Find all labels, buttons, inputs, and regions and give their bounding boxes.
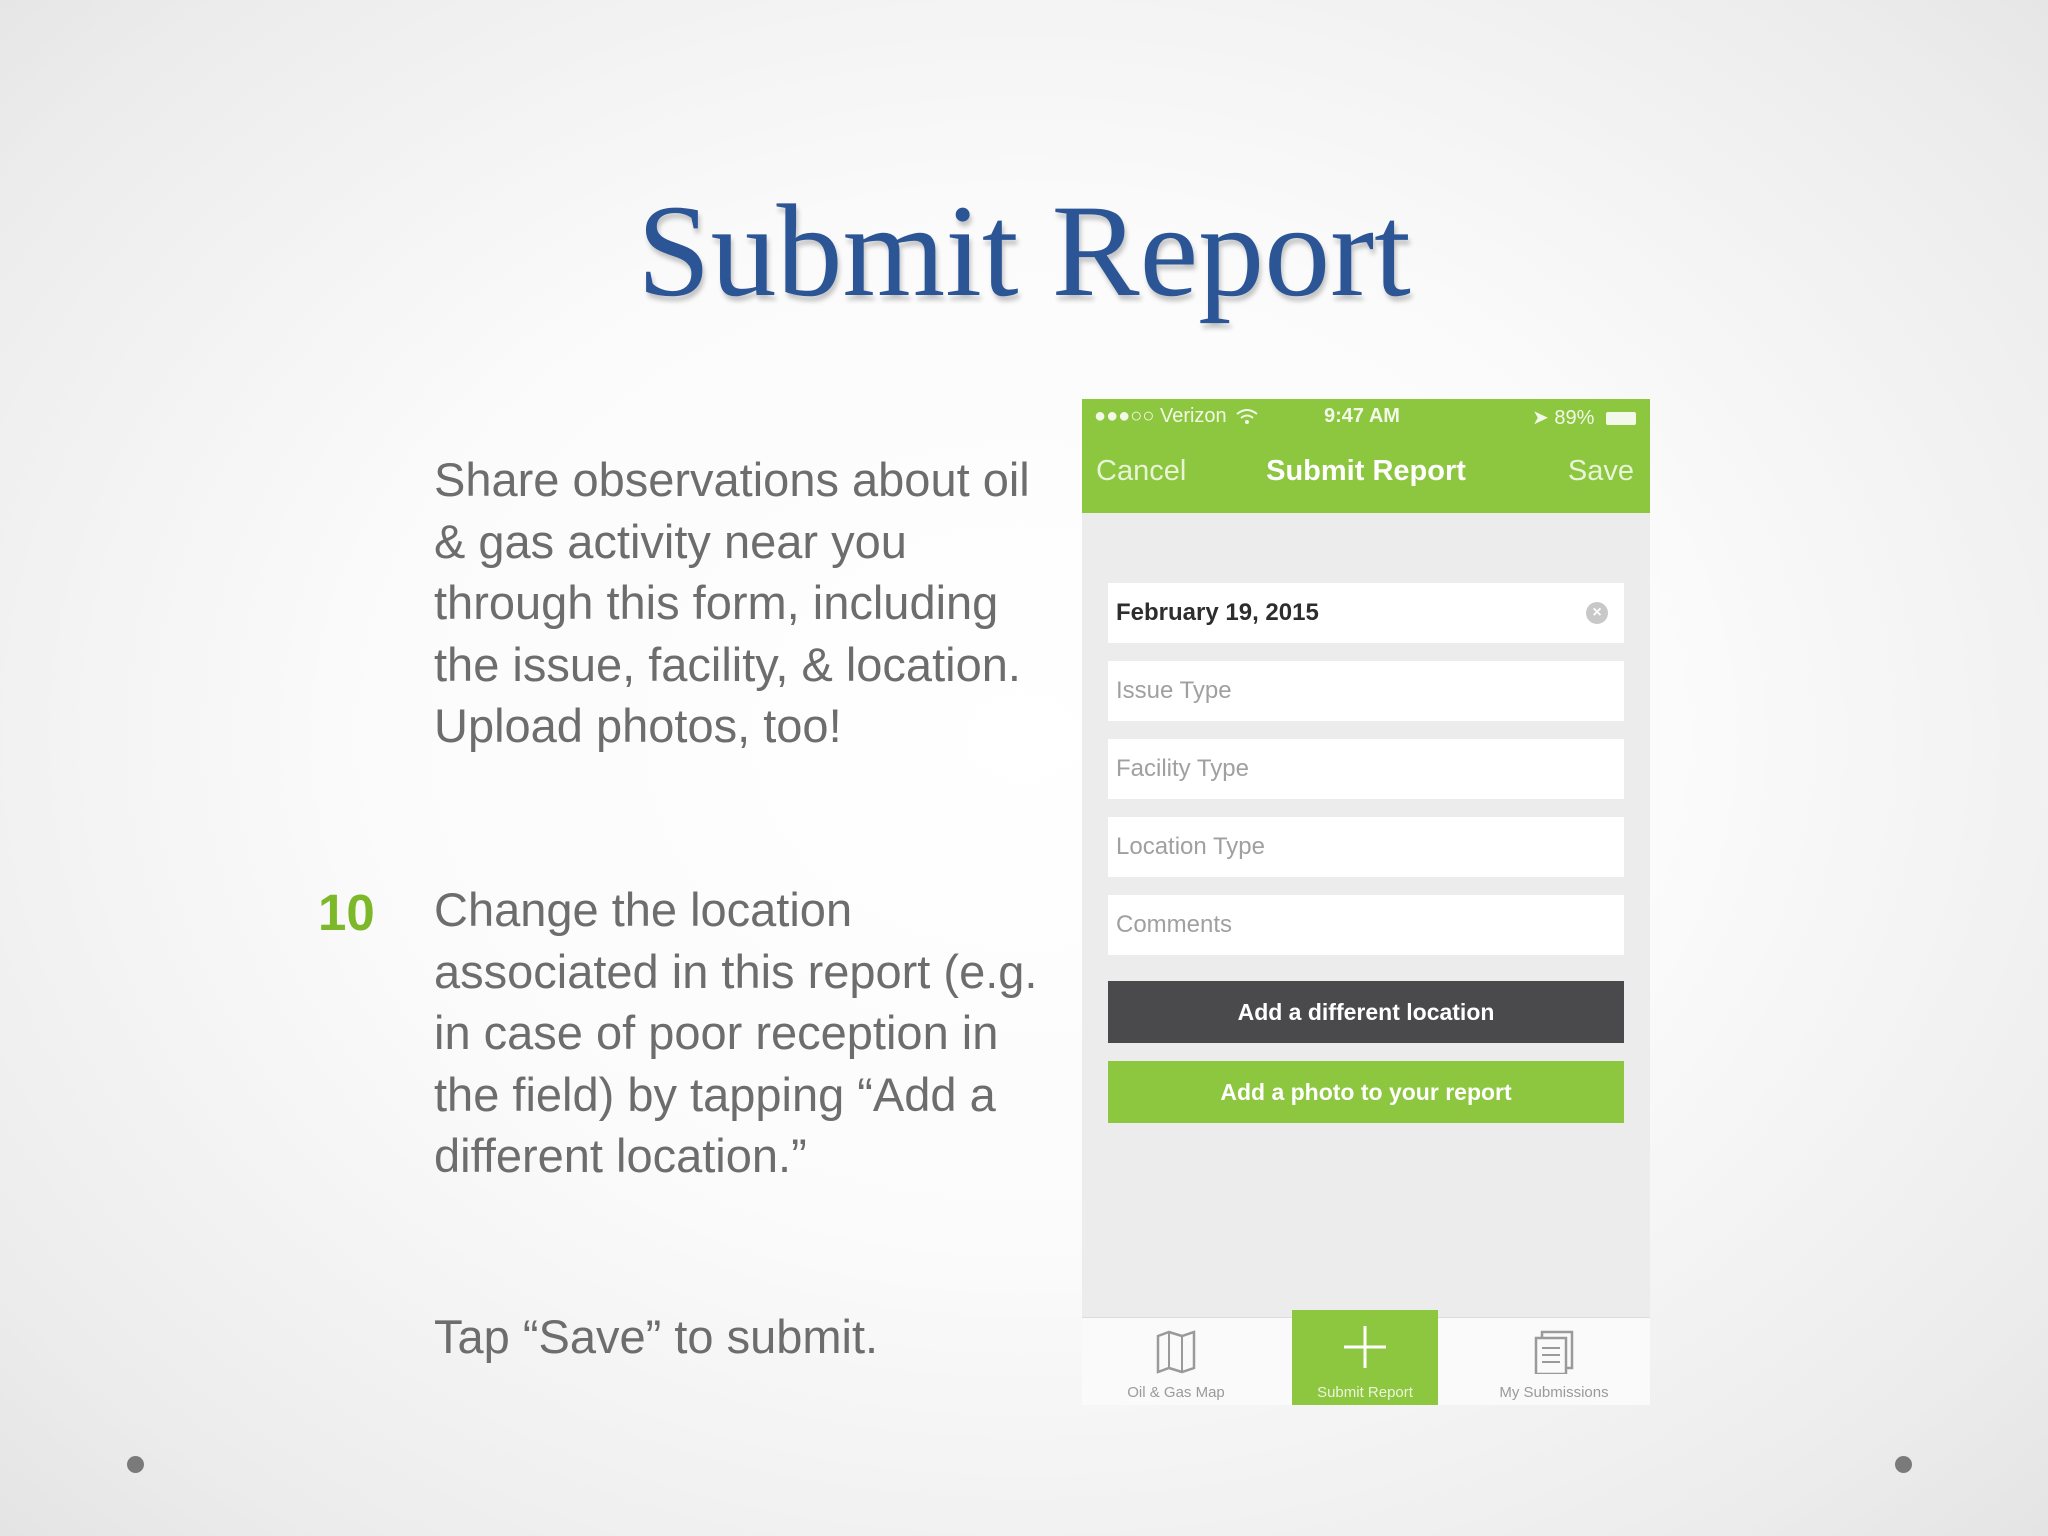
battery-percent: 89% <box>1554 407 1595 429</box>
facility-type-field[interactable]: Facility Type <box>1108 739 1624 799</box>
status-bar: ●●●○○ Verizon 9:47 AM ➤ 89% <box>1082 399 1650 435</box>
date-field[interactable]: February 19, 2015 × <box>1108 583 1624 643</box>
location-type-field[interactable]: Location Type <box>1108 817 1624 877</box>
map-icon <box>1156 1330 1196 1374</box>
issue-type-field[interactable]: Issue Type <box>1108 661 1624 721</box>
battery-icon <box>1606 412 1636 426</box>
tab-label: Submit Report <box>1317 1384 1413 1401</box>
decorative-dot-right <box>1895 1456 1912 1473</box>
tab-my-submissions[interactable]: My Submissions <box>1458 1318 1650 1405</box>
wifi-icon <box>1236 408 1258 424</box>
status-time: 9:47 AM <box>1324 405 1400 427</box>
clear-icon[interactable]: × <box>1586 602 1608 624</box>
documents-icon <box>1534 1330 1574 1374</box>
carrier-text: ●●●○○ Verizon <box>1094 405 1227 427</box>
add-photo-button[interactable]: Add a photo to your report <box>1108 1061 1624 1123</box>
tab-submit-report[interactable]: Submit Report <box>1292 1310 1438 1405</box>
intro-paragraph: Share observations about oil & gas activ… <box>434 453 1030 752</box>
nav-title: Submit Report <box>1266 455 1466 487</box>
slide-title: Submit Report <box>637 177 1411 324</box>
save-button[interactable]: Save <box>1568 455 1634 488</box>
battery-status: ➤ 89% <box>1532 405 1636 430</box>
location-arrow-icon: ➤ <box>1532 407 1549 429</box>
tab-label: My Submissions <box>1499 1384 1609 1401</box>
plus-icon <box>1344 1326 1386 1368</box>
location-paragraph: Change the location associated in this r… <box>434 883 1038 1182</box>
step-number: 10 <box>318 884 375 941</box>
tab-oil-gas-map[interactable]: Oil & Gas Map <box>1082 1318 1270 1405</box>
tab-bar: Oil & Gas Map Submit Report My Submissio… <box>1082 1310 1650 1405</box>
decorative-dot-left <box>127 1456 144 1473</box>
tab-label: Oil & Gas Map <box>1127 1384 1225 1401</box>
carrier-label: ●●●○○ Verizon <box>1094 405 1258 428</box>
comments-field[interactable]: Comments <box>1108 895 1624 955</box>
phone-screenshot: ●●●○○ Verizon 9:47 AM ➤ 89% Cancel Submi… <box>1082 399 1650 1405</box>
date-value: February 19, 2015 <box>1116 599 1319 626</box>
save-paragraph: Tap “Save” to submit. <box>434 1310 879 1363</box>
add-location-button[interactable]: Add a different location <box>1108 981 1624 1043</box>
nav-bar: Cancel Submit Report Save <box>1082 435 1650 513</box>
